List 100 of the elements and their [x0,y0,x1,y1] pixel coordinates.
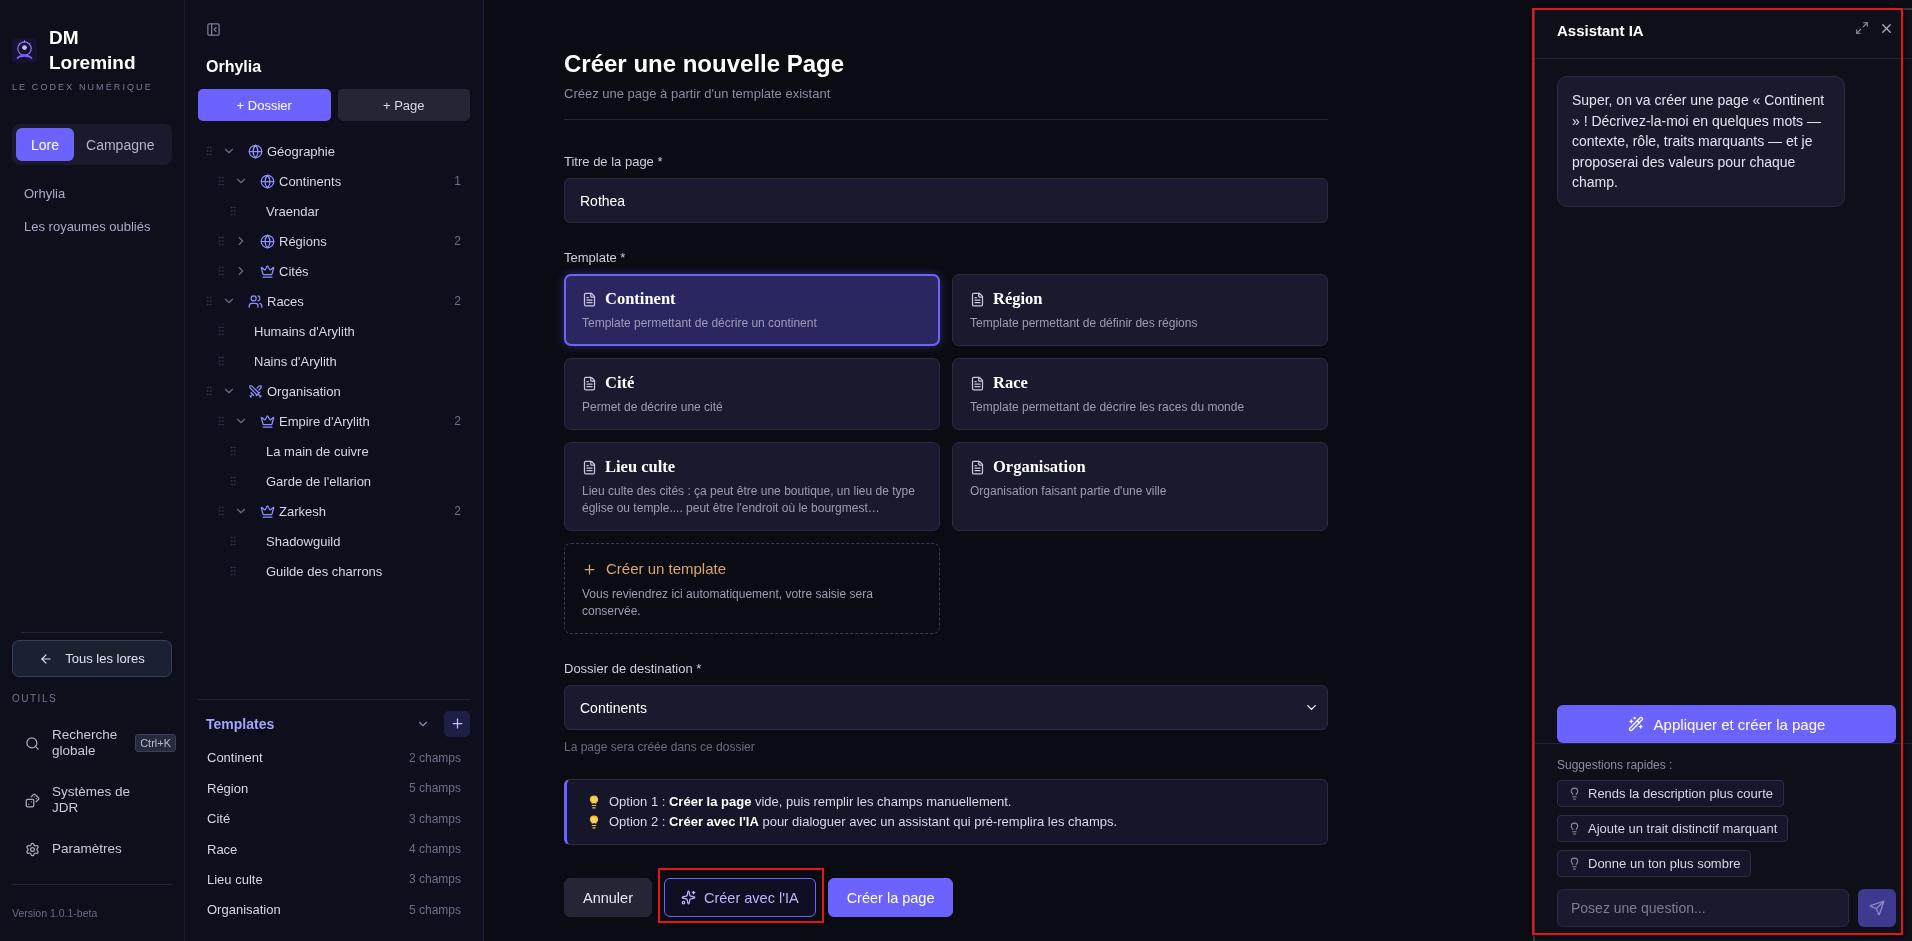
tree-item[interactable]: Garde de l'ellarion [198,466,470,496]
lightbulb-icon [1568,787,1581,800]
panel-title: Assistant IA [1557,22,1644,40]
template-card[interactable]: Continent Template permettant de décrire un continent [564,274,940,346]
tree-item[interactable]: Humains d'Arylith [198,316,470,346]
grip-icon [227,565,239,577]
new-page-button[interactable]: + Page [337,89,470,121]
plus-icon [582,561,597,577]
add-template-button[interactable] [444,710,470,737]
suggestion-chip[interactable]: Rends la description plus courte [1557,780,1784,807]
suggestion-chip[interactable]: Ajoute un trait distinctif marquant [1557,815,1789,842]
question-input[interactable]: Posez une question... [1557,889,1849,927]
grip-icon [215,355,227,367]
card-title: Race [993,373,1028,393]
tree-item[interactable]: Organisation [198,376,470,406]
template-card[interactable]: Lieu culte Lieu culte des cités : ça peut être une boutique, un lieu de type église ou temple.... peut être l'endroit où le bourgmest… [564,442,940,531]
tree-item[interactable]: Régions 2 [198,226,470,256]
tree-item[interactable]: Empire d'Arylith 2 [198,406,470,436]
field-count: 3 champs [408,872,461,887]
field-count: 5 champs [408,902,461,917]
globe-icon [260,173,275,189]
mode-tab[interactable]: Lore [16,128,75,161]
lore-item[interactable]: Orhylia [12,177,172,210]
new-folder-button[interactable]: + Dossier [198,89,331,121]
tree-item[interactable]: Shadowguild [198,526,470,556]
field-label: Template * [564,249,627,267]
expand-icon [1855,21,1869,35]
field-count: 4 champs [408,842,461,856]
field-label: Titre de la page * [564,153,664,171]
collapse-panel-button[interactable] [206,22,221,37]
card-title: Lieu culte [605,457,676,477]
card-title: Cité [605,373,635,393]
sparkle-icon [681,890,696,905]
cancel-button[interactable]: Annuler [564,878,652,917]
tree-item[interactable]: Géographie [198,136,470,166]
suggestion-chip[interactable]: Donne un ton plus sombre [1557,850,1752,877]
dice-icon [25,792,40,808]
tree-item[interactable]: Nains d'Arylith [198,346,470,376]
title-input[interactable]: Rothea [564,178,1328,223]
mode-tab[interactable]: Campagne [78,128,163,161]
grip-icon [215,505,227,517]
tool-item[interactable]: Paramètres [12,834,176,864]
tool-item[interactable]: Systèmes de JDR [12,777,176,823]
tree-item[interactable]: Zarkesh 2 [198,496,470,526]
template-card[interactable]: Organisation Organisation faisant partie d'une ville [952,442,1328,531]
tool-item[interactable]: Recherche globale Ctrl+K [12,720,176,766]
shortcut-key: Ctrl+K [135,734,176,752]
grip-icon [227,445,239,457]
template-card[interactable]: Cité Permet de décrire une cité [564,358,940,430]
lightbulb-icon [1568,822,1581,835]
lore-title: Orhylia [206,57,263,77]
template-item[interactable]: Continent 2 champs [198,742,470,774]
ai-create-button[interactable]: Créer avec l'IA [664,878,816,917]
grip-icon [227,205,239,217]
grip-icon [215,415,227,427]
settings-icon [25,841,40,857]
template-card[interactable]: Race Template permettant de décrire les races du monde [952,358,1328,430]
globe-icon [260,233,275,249]
create-template-card[interactable]: Créer un template Vous reviendrez ici automatiquement, votre saisie sera conservée. [564,543,940,634]
template-item[interactable]: Race 4 champs [198,833,470,865]
template-item[interactable]: Organisation 5 champs [198,894,470,925]
send-icon [1869,900,1885,916]
tree-item[interactable]: Races 2 [198,286,470,316]
expand-button[interactable] [1855,21,1869,35]
tree-item[interactable]: La main de cuivre [198,436,470,466]
card-description: Template permettant de décrire un continent [582,315,818,332]
card-title: Créer un template [606,559,727,579]
create-page-button[interactable]: Créer la page [827,878,954,917]
info-text: Option 1 : Créer la page vide, puis remplir les champs manuellement. [609,793,1012,811]
grip-icon [227,475,239,487]
suggestions-label: Suggestions rapides : [1557,758,1674,773]
grip-icon [227,535,239,547]
tree-item[interactable]: Continents 1 [198,166,470,196]
template-item[interactable]: Région 5 champs [198,773,470,804]
template-item[interactable]: Lieu culte 3 champs [198,864,470,895]
card-description: Lieu culte des cités : ça peut être une boutique, un lieu de type église ou temple.... peut être l'endroit où le bourgmest… [582,483,916,517]
card-title: Organisation [993,457,1086,477]
template-item[interactable]: Cité 3 champs [198,803,470,834]
grip-icon [203,295,215,307]
tree-item[interactable]: Vraendar [198,196,470,226]
crown-icon [260,263,275,279]
card-description: Vous reviendrez ici automatiquement, votre saisie sera conservée. [582,586,874,620]
back-button[interactable]: Tous les lores [12,640,172,677]
tree-item[interactable]: Guilde des charrons [198,556,470,586]
item-count: 2 [454,234,461,248]
page-heading: Créer une nouvelle Page [564,49,846,79]
document-icon [582,459,597,475]
item-count: 2 [454,504,461,518]
lore-item[interactable]: Les royaumes oubliés [12,210,172,243]
templates-heading: Templates [206,715,275,732]
tree-item[interactable]: Cités [198,256,470,286]
field-count: 5 champs [408,781,461,796]
item-count: 2 [454,414,461,428]
destination-select[interactable]: Continents [564,685,1328,730]
close-button[interactable] [1879,21,1894,36]
swords-icon [248,383,263,399]
grip-icon [215,325,227,337]
template-card[interactable]: Région Template permettant de définir des régions [952,274,1328,346]
apply-button[interactable]: Appliquer et créer la page [1557,705,1896,743]
document-icon [970,375,985,391]
